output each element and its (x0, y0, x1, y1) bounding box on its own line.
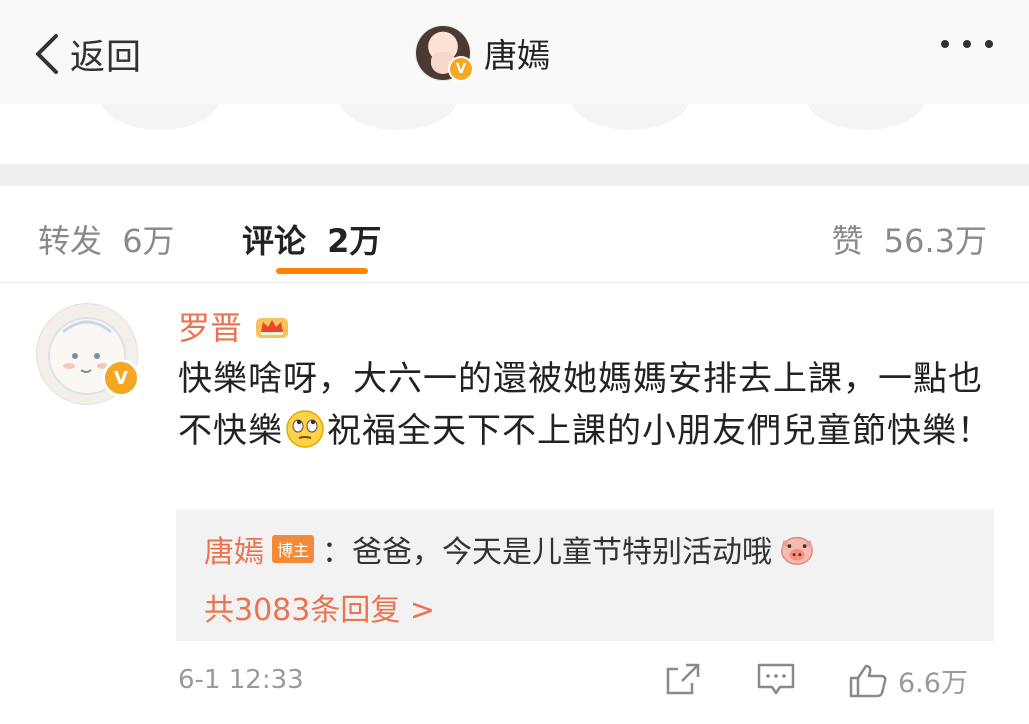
reply-button[interactable] (756, 661, 796, 697)
reply-text: ：爸爸，今天是儿童节特别活动哦 (322, 535, 773, 570)
comment-item: V 罗晋 快樂啥呀，大六一的還被她媽媽安排去上課，一點也不快樂 祝福全天下不上課… (0, 283, 1029, 724)
tab-count: 56.3万 (883, 222, 987, 260)
tab-label: 转发 (38, 222, 103, 260)
reply-preview[interactable]: 唐嫣 博主 ：爸爸，今天是儿童节特别活动哦 共3083条回复 > (176, 509, 994, 641)
dot-icon (963, 40, 971, 48)
section-divider (0, 164, 1029, 186)
more-options-button[interactable] (941, 40, 993, 48)
tab-label: 评论 (242, 222, 307, 260)
crown-icon[interactable] (252, 310, 292, 342)
comment-author-name[interactable]: 罗晋 (178, 303, 242, 349)
share-icon (666, 663, 700, 695)
owner-badge: 博主 (272, 535, 315, 563)
tab-comments[interactable]: 评论 2万 (242, 216, 381, 262)
faded-action (570, 104, 690, 130)
verified-badge-icon: V (448, 56, 474, 82)
tab-likes[interactable]: 赞 56.3万 (832, 216, 987, 262)
page-title: 唐嫣 (484, 36, 550, 75)
reply-line: 唐嫣 博主 ：爸爸，今天是儿童节特别活动哦 (204, 527, 818, 571)
tab-bar: 转发 6万 评论 2万 赞 56.3万 (0, 186, 1029, 283)
like-count: 6.6万 (898, 668, 968, 699)
comment-text-part: 祝福全天下不上課的小朋友們兒童節快樂！ (327, 411, 992, 451)
avatar[interactable]: V (416, 26, 474, 82)
dot-icon (985, 40, 993, 48)
back-button[interactable]: 返回 (32, 30, 142, 78)
eye-roll-emoji-icon (286, 410, 324, 448)
tab-label: 赞 (831, 222, 864, 260)
faded-action (338, 104, 458, 130)
active-tab-indicator (276, 268, 368, 274)
back-label: 返回 (70, 37, 143, 78)
faded-action (806, 104, 926, 130)
share-button[interactable] (664, 661, 704, 697)
comment-text: 快樂啥呀，大六一的還被她媽媽安排去上課，一點也不快樂 祝福全天下不上課的小朋友們… (178, 353, 998, 457)
pig-emoji-icon (781, 536, 813, 565)
tab-count: 6万 (122, 222, 175, 260)
top-bar: 返回 V 唐嫣 (0, 0, 1029, 105)
tab-reposts[interactable]: 转发 6万 (38, 216, 175, 262)
view-replies-link[interactable]: 共3083条回复 > (204, 585, 435, 629)
profile-header[interactable]: V 唐嫣 (416, 24, 550, 82)
comment-author-row: 罗晋 (178, 303, 292, 349)
like-button[interactable]: 6.6万 (848, 661, 968, 700)
tab-count: 2万 (327, 222, 382, 260)
comment-icon (757, 663, 795, 695)
verified-badge-icon: V (102, 359, 140, 397)
dot-icon (941, 40, 949, 48)
action-strip (0, 104, 1029, 164)
reply-author-name[interactable]: 唐嫣 (204, 527, 264, 571)
thumbs-up-icon (849, 664, 887, 697)
chevron-left-icon (36, 34, 58, 74)
comment-timestamp: 6-1 12:33 (178, 665, 304, 695)
faded-action (100, 104, 220, 130)
